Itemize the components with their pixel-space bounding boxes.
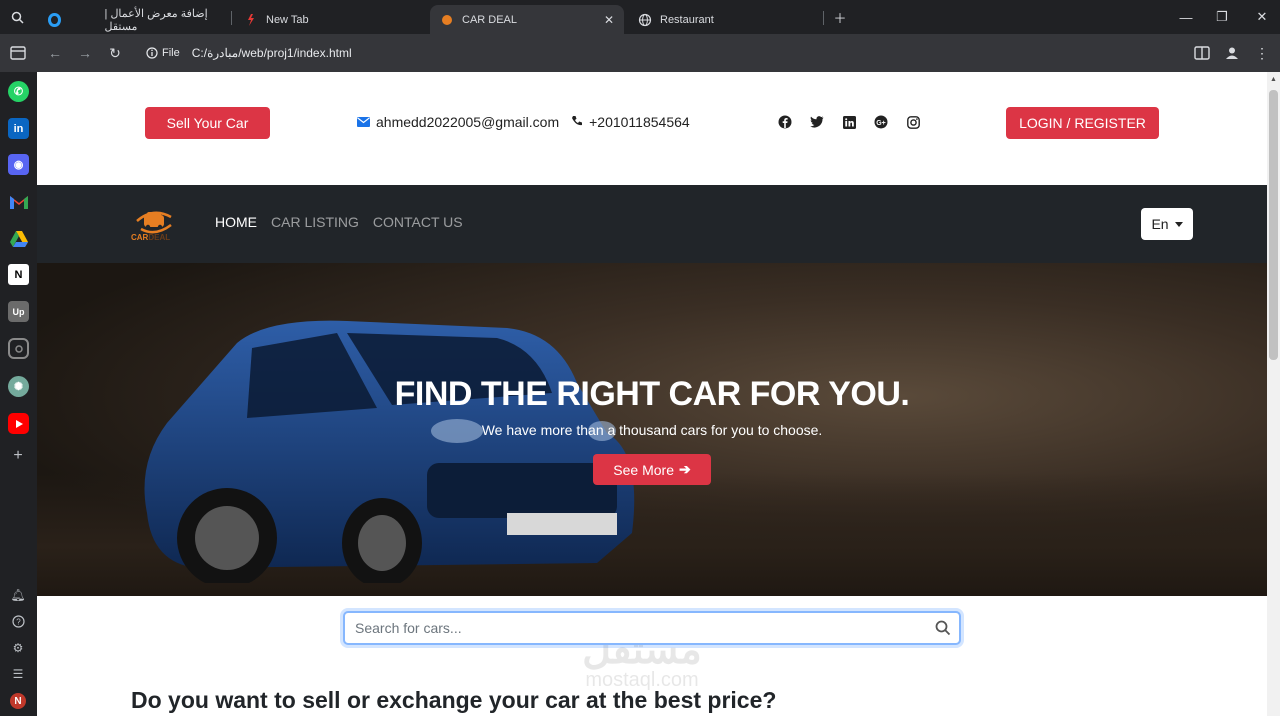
nav-links: HOME CAR LISTING CONTACT US — [215, 214, 463, 230]
login-register-button[interactable]: LOGIN / REGISTER — [1006, 107, 1159, 139]
tab-search-icon[interactable] — [0, 0, 34, 34]
tab-car-deal[interactable]: CAR DEAL ✕ — [430, 5, 624, 34]
tab-mostaql[interactable]: إضافة معرض الأعمال | مستقل — [38, 5, 228, 34]
back-arrow-icon[interactable]: ← — [45, 43, 65, 63]
close-tab-icon[interactable]: ✕ — [604, 13, 614, 27]
upwork-icon[interactable]: Up — [8, 301, 29, 322]
browser-tab-bar: إضافة معرض الأعمال | مستقل New Tab CAR D… — [0, 0, 1280, 34]
sidebar-toggle-icon[interactable] — [8, 43, 28, 63]
car-deal-logo[interactable]: CARDEAL — [131, 205, 177, 243]
logo-text-deal: DEAL — [148, 233, 171, 242]
main-navbar: CARDEAL HOME CAR LISTING CONTACT US En — [37, 185, 1267, 263]
tab-title: New Tab — [266, 13, 309, 26]
page-scrollbar[interactable]: ▲ — [1267, 72, 1280, 716]
see-more-button[interactable]: See More ➔ — [593, 454, 711, 485]
minimize-icon[interactable]: — — [1168, 0, 1204, 34]
social-links: G+ — [777, 114, 921, 130]
contact-phone[interactable]: +201011854564 — [589, 114, 690, 130]
new-tab-favicon-icon — [244, 13, 258, 27]
top-contact-bar: Sell Your Car ahmedd2022005@gmail.com +2… — [37, 72, 1267, 185]
tab-title: إضافة معرض الأعمال | مستقل — [104, 7, 208, 33]
hero-car-image — [144, 320, 635, 583]
gmail-icon[interactable] — [8, 191, 29, 212]
arrow-right-icon: ➔ — [678, 461, 691, 477]
restore-icon[interactable]: ❐ — [1204, 0, 1240, 34]
hero-banner: FIND THE RIGHT CAR FOR YOU. We have more… — [37, 263, 1267, 596]
search-input[interactable] — [355, 620, 915, 636]
site-info-chip[interactable]: File — [146, 47, 180, 59]
google-plus-icon[interactable]: G+ — [873, 114, 889, 130]
tab-title: Restaurant — [660, 13, 714, 26]
address-url: C:/مبادرة/web/proj1/index.html — [191, 46, 352, 60]
nav-home[interactable]: HOME — [215, 214, 257, 230]
phone-icon — [571, 114, 583, 130]
facebook-icon[interactable] — [777, 114, 793, 130]
linkedin-square-icon[interactable] — [841, 114, 857, 130]
svg-text:G+: G+ — [876, 120, 886, 127]
hero-title: FIND THE RIGHT CAR FOR YOU. — [394, 375, 910, 413]
menu-kebab-icon[interactable]: ⋮ — [1252, 43, 1272, 63]
scroll-up-icon[interactable]: ▲ — [1270, 76, 1277, 83]
nav-car-listing[interactable]: CAR LISTING — [271, 214, 359, 230]
tab-new-tab[interactable]: New Tab — [234, 5, 424, 34]
tab-restaurant[interactable]: Restaurant — [628, 5, 818, 34]
linkedin-icon[interactable]: in — [8, 118, 29, 139]
whatsapp-icon[interactable]: ✆ — [8, 81, 29, 102]
nav-contact-us[interactable]: CONTACT US — [373, 214, 463, 230]
logo-text-car: CAR — [131, 233, 149, 242]
instagram-social-icon[interactable] — [905, 114, 921, 130]
settings-gear-icon[interactable]: ⚙ — [10, 640, 26, 656]
file-chip-label: File — [162, 47, 180, 59]
page-viewport: Sell Your Car ahmedd2022005@gmail.com +2… — [37, 72, 1267, 716]
tab-title: CAR DEAL — [462, 13, 518, 26]
help-icon[interactable]: ? — [10, 613, 26, 629]
mostaql-favicon-icon — [48, 12, 61, 27]
caret-down-icon — [1174, 221, 1183, 227]
google-drive-icon[interactable] — [8, 228, 29, 249]
discord-icon[interactable]: ◉ — [8, 154, 29, 175]
instagram-icon[interactable] — [8, 338, 29, 359]
car-deal-favicon-icon — [440, 13, 454, 27]
language-label: En — [1151, 216, 1169, 232]
scrollbar-thumb[interactable] — [1269, 90, 1278, 360]
forward-arrow-icon[interactable]: → — [75, 43, 95, 63]
sell-your-car-button[interactable]: Sell Your Car — [145, 107, 270, 139]
browser-toolbar: ← → ↻ File C:/مبادرة/web/proj1/index.htm… — [0, 34, 1280, 72]
split-view-icon[interactable] — [1192, 43, 1212, 63]
app-sidebar: ✆ in ◉ N Up ✺ + 🔔︎ ? ⚙ ☰ N — [0, 72, 37, 716]
search-icon[interactable] — [935, 620, 951, 636]
list-menu-icon[interactable]: ☰ — [10, 666, 26, 682]
tab-divider — [231, 11, 232, 25]
see-more-label: See More — [613, 461, 674, 478]
address-bar[interactable]: File C:/مبادرة/web/proj1/index.html — [140, 39, 1180, 67]
language-dropdown[interactable]: En — [1141, 208, 1193, 240]
profile-icon[interactable] — [1222, 43, 1242, 63]
chatgpt-icon[interactable]: ✺ — [8, 376, 29, 397]
search-box — [343, 611, 961, 645]
svg-text:?: ? — [16, 617, 21, 626]
bell-icon[interactable]: 🔔︎ — [10, 587, 26, 603]
contact-info: ahmedd2022005@gmail.com +201011854564 — [357, 114, 690, 130]
youtube-icon[interactable] — [8, 413, 29, 434]
new-tab-plus-icon[interactable]: ＋ — [822, 0, 858, 34]
notion-icon[interactable]: N — [8, 264, 29, 285]
reload-icon[interactable]: ↻ — [105, 43, 125, 63]
envelope-icon — [357, 115, 370, 130]
close-window-icon[interactable]: ✕ — [1244, 0, 1280, 34]
add-app-plus-icon[interactable]: + — [10, 447, 26, 464]
twitter-icon[interactable] — [809, 114, 825, 130]
user-avatar-icon[interactable]: N — [10, 693, 26, 709]
globe-icon — [638, 13, 652, 27]
info-icon — [146, 47, 158, 59]
contact-email[interactable]: ahmedd2022005@gmail.com — [376, 114, 559, 130]
hero-subtitle: We have more than a thousand cars for yo… — [481, 422, 823, 438]
sell-exchange-heading: Do you want to sell or exchange your car… — [131, 687, 777, 713]
